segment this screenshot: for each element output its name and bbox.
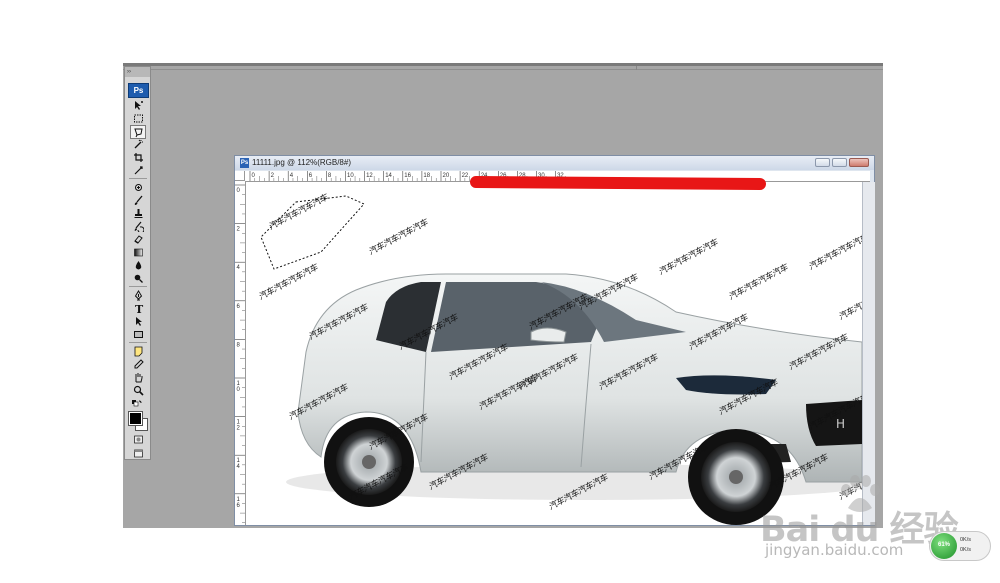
ruler-label: 0	[237, 387, 241, 393]
eraser-tool-icon[interactable]	[131, 233, 145, 245]
clone-stamp-tool-icon[interactable]	[131, 207, 145, 219]
ruler-label: 18	[423, 173, 430, 179]
toolbox-divider	[129, 286, 147, 287]
gradient-tool-icon[interactable]	[131, 246, 145, 258]
path-selection-tool-icon[interactable]	[131, 315, 145, 327]
dodge-tool-icon[interactable]	[131, 272, 145, 284]
ruler-label: 14	[385, 173, 392, 179]
type-tool-icon[interactable]: T	[131, 302, 145, 314]
minimize-button[interactable]	[815, 158, 830, 167]
zoom-tool-icon[interactable]	[131, 384, 145, 396]
crop-tool-icon[interactable]	[131, 151, 145, 163]
ruler-label: 12	[366, 173, 373, 179]
blur-tool-icon[interactable]	[131, 259, 145, 271]
marquee-tool-icon[interactable]	[131, 112, 145, 124]
brush-tool-icon[interactable]	[131, 194, 145, 206]
ruler-label: 4	[237, 265, 241, 271]
healing-brush-tool-icon[interactable]	[131, 181, 145, 193]
baidu-watermark: Bai du 经验 jingyan.baidu.com	[760, 468, 1000, 583]
download-speed: 0K/s	[960, 547, 972, 553]
foreground-color-swatch[interactable]	[128, 411, 143, 426]
hand-tool-icon[interactable]	[131, 371, 145, 383]
ruler-label: 20	[443, 173, 450, 179]
options-bar-divider	[123, 69, 883, 70]
tools-palette: ›› Ps T	[124, 66, 151, 460]
document-icon: Ps	[240, 158, 249, 168]
lasso-tool-icon[interactable]	[130, 125, 146, 139]
pen-tool-icon[interactable]	[131, 289, 145, 301]
ruler-label: 8	[237, 342, 241, 348]
history-brush-tool-icon[interactable]	[131, 220, 145, 232]
baidu-url-text: jingyan.baidu.com	[765, 541, 904, 559]
palette-grip[interactable]: ››	[125, 67, 150, 77]
redaction-mark	[469, 175, 767, 191]
photoshop-logo[interactable]: Ps	[128, 83, 149, 98]
eyedropper-tool-icon[interactable]	[131, 358, 145, 370]
ruler-label: 2	[237, 426, 241, 432]
ruler-label: 4	[237, 464, 241, 470]
default-colors-icon[interactable]	[129, 398, 143, 410]
ruler-label: 0	[237, 188, 241, 194]
maximize-button[interactable]	[832, 158, 847, 167]
screen-mode-icon[interactable]	[131, 447, 145, 459]
upload-speed: 0K/s	[960, 537, 972, 543]
ruler-origin[interactable]	[235, 171, 245, 181]
document-title: 11111.jpg @ 112%(RGB/8#)	[252, 158, 351, 167]
ruler-label: 10	[347, 173, 354, 179]
ruler-label: 22	[462, 173, 469, 179]
ruler-label: 6	[237, 304, 241, 310]
magic-wand-tool-icon[interactable]	[131, 138, 145, 150]
network-speed-widget[interactable]: 61% 0K/s 0K/s	[929, 531, 991, 561]
svg-text:T: T	[135, 303, 144, 314]
svg-text:H: H	[836, 417, 845, 431]
quick-mask-icon[interactable]	[131, 433, 145, 445]
close-button[interactable]	[849, 158, 869, 167]
ruler-label: 6	[237, 503, 241, 509]
vertical-ruler[interactable]: 0246810121416	[235, 181, 246, 525]
ruler-label: 2	[237, 227, 241, 233]
toolbox-divider	[129, 342, 147, 343]
toolbox-divider	[129, 178, 147, 179]
move-tool-icon[interactable]	[131, 99, 145, 111]
notes-tool-icon[interactable]	[131, 345, 145, 357]
network-usage-indicator: 61%	[931, 533, 957, 559]
slice-tool-icon[interactable]	[131, 164, 145, 176]
ruler-label: 16	[404, 173, 411, 179]
document-title-bar[interactable]: Ps 11111.jpg @ 112%(RGB/8#)	[235, 156, 874, 170]
panel-divider	[636, 66, 637, 70]
shape-tool-icon[interactable]	[131, 328, 145, 340]
